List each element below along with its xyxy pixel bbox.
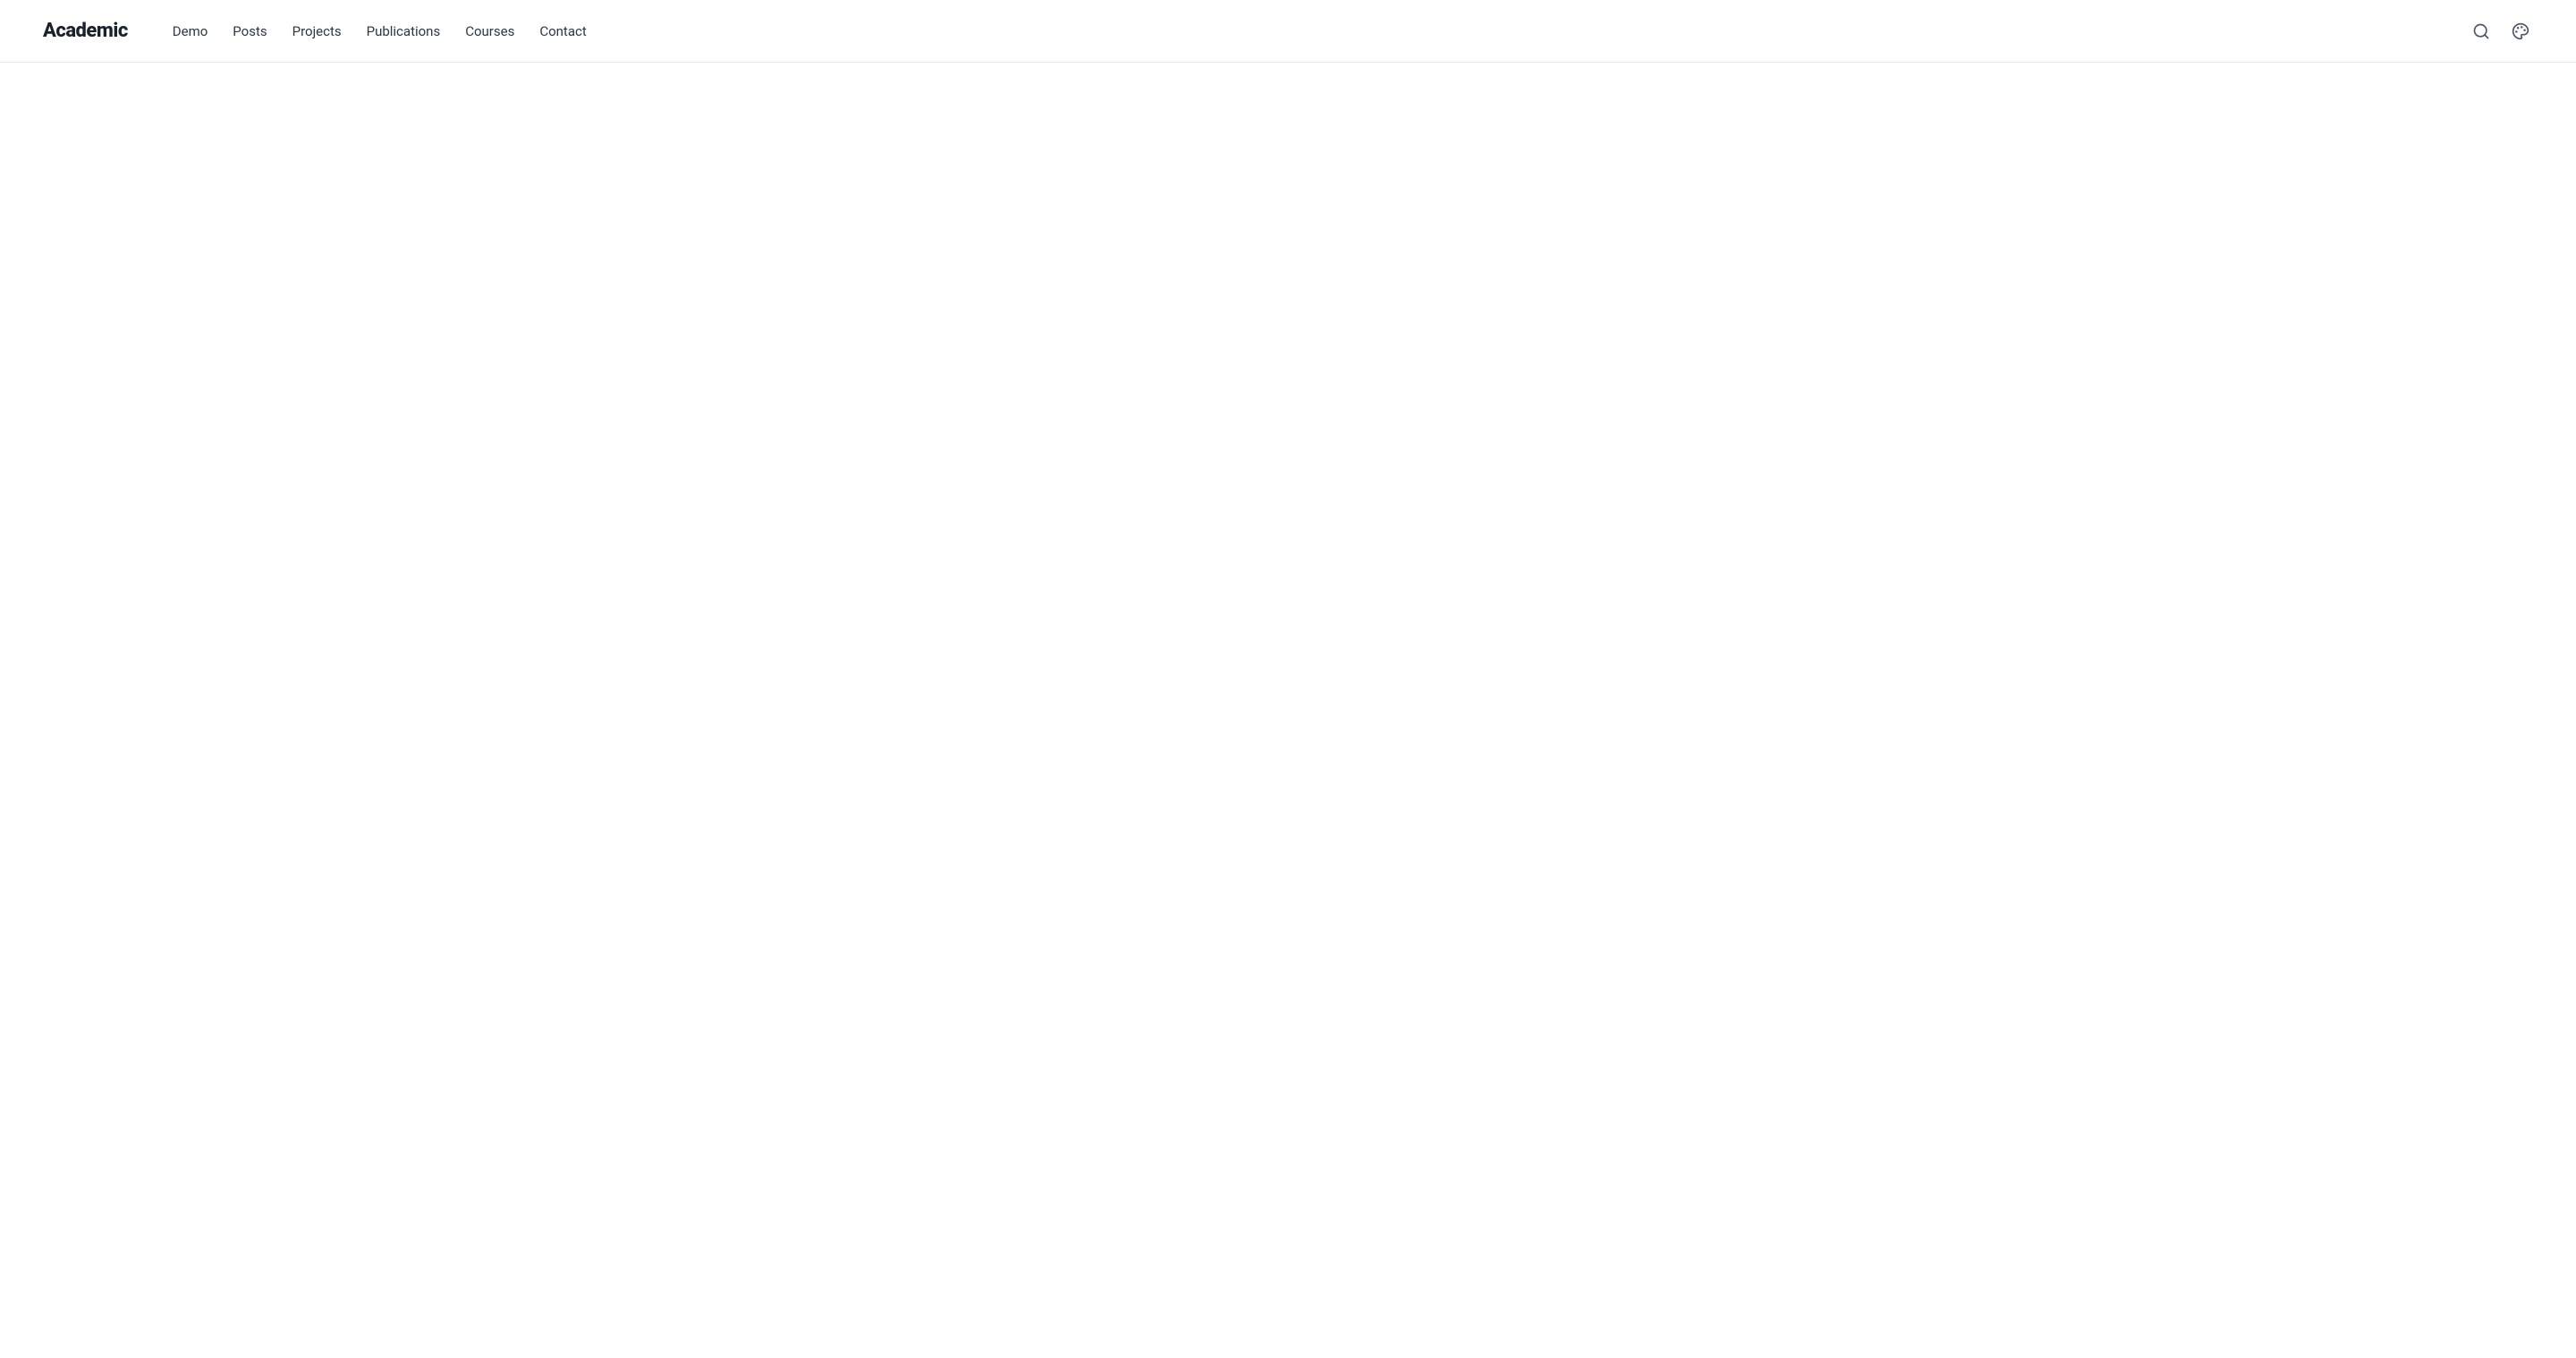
nav-item-contact[interactable]: Contact xyxy=(530,18,595,45)
palette-icon xyxy=(2512,22,2529,40)
theme-button[interactable] xyxy=(2508,19,2533,44)
nav-item-courses[interactable]: Courses xyxy=(456,18,523,45)
nav-item-posts[interactable]: Posts xyxy=(224,18,275,45)
nav-item-projects[interactable]: Projects xyxy=(284,18,351,45)
main-content xyxy=(0,63,2576,1357)
search-icon xyxy=(2472,22,2490,40)
brand-logo[interactable]: Academic xyxy=(43,20,128,42)
main-nav: Demo Posts Projects PublicationsCourses Cont… xyxy=(164,18,596,45)
nav-item-demo[interactable]: Demo xyxy=(164,18,217,45)
search-button[interactable] xyxy=(2469,19,2494,44)
header-right xyxy=(2469,19,2533,44)
site-header: Academic DemoPostsProjectsPublicationsCo… xyxy=(0,0,2576,63)
nav-item-publications[interactable]: Publications xyxy=(358,18,450,45)
header-left: Academic DemoPostsProjectsPublicationsCo… xyxy=(43,18,596,45)
